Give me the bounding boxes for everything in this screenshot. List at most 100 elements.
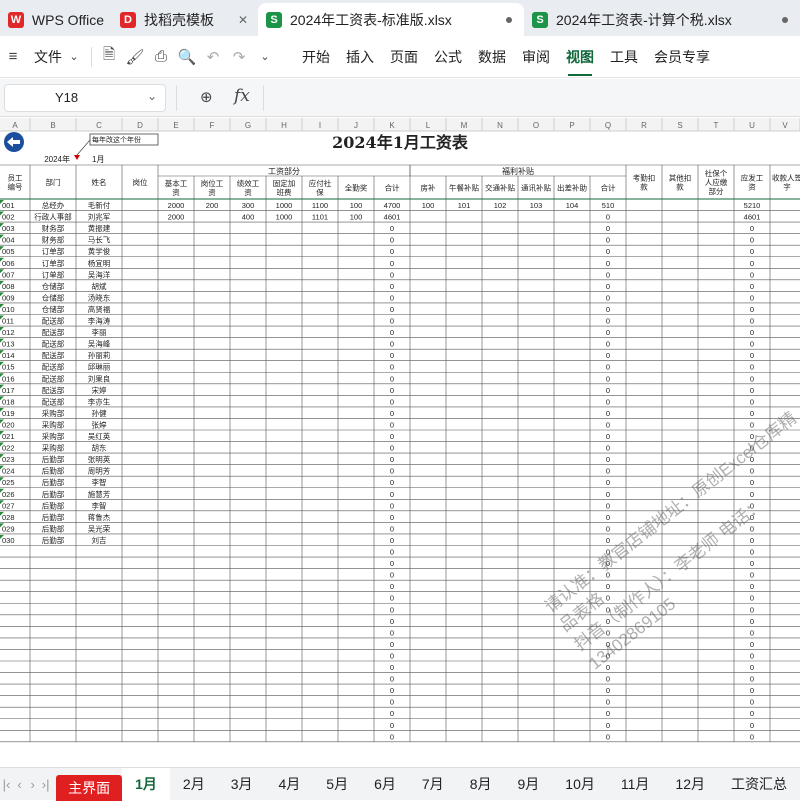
file-tab-tax[interactable]: S 2024年工资表-计算个税.xlsx (524, 3, 800, 36)
menu-item-start[interactable]: 开始 (294, 47, 338, 67)
cell-payable-value: 0 (750, 444, 754, 453)
sheet-tab[interactable]: 8月 (457, 768, 505, 801)
sheet-tab[interactable]: 6月 (361, 768, 409, 801)
cell-welfare-value: 0 (606, 317, 610, 326)
chevron-down-icon[interactable]: ⌄ (147, 89, 157, 103)
header-attendance-deduction: 款 (640, 182, 648, 192)
name-box[interactable]: Y18 ⌄ (4, 84, 166, 112)
file-tab-label: 找稻壳模板 (144, 11, 214, 28)
cell-name: 马长飞 (88, 235, 111, 245)
file-tab-standard[interactable]: S 2024年工资表-标准版.xlsx (258, 3, 524, 36)
sheet-tabs: 主界面 1月 2月 3月 4月 5月 6月 7月 8月 9月 10月 11月 12月 工资汇总 (56, 767, 800, 801)
header-salary-item: 合计 (385, 183, 400, 193)
cell-payable-value: 0 (750, 536, 754, 545)
cell-employee-id: 004 (2, 236, 15, 245)
cell-salary-value: 0 (390, 467, 394, 476)
last-sheet-icon[interactable]: ›| (39, 777, 52, 792)
sheet-tab[interactable]: 10月 (552, 768, 608, 801)
cell-salary-value: 2000 (168, 201, 185, 210)
sheet-tab[interactable]: 12月 (662, 768, 718, 801)
header-department: 部门 (46, 177, 61, 187)
print-icon[interactable]: ⎙ (151, 47, 171, 67)
cell-salary-value: 400 (242, 213, 255, 222)
cell-name: 李智 (92, 477, 107, 487)
sheet-tab[interactable]: 主界面 (56, 774, 123, 801)
cell-welfare-value: 0 (606, 259, 610, 268)
sheet-tab[interactable]: 工资汇总 (718, 768, 800, 801)
cell-salary-value: 200 (206, 201, 219, 210)
sheet-tab[interactable]: 11月 (608, 768, 663, 801)
sheet-tab[interactable]: 4月 (266, 768, 314, 801)
menu-item-view[interactable]: 视图 (558, 47, 602, 76)
cell-employee-id: 028 (2, 513, 15, 522)
column-header: K (389, 121, 395, 130)
zoom-icon[interactable]: ⊕ (200, 88, 213, 106)
cell-salary-value: 0 (390, 455, 394, 464)
format-painter-icon[interactable]: 🖌 (125, 47, 145, 67)
cell-salary-value: 0 (390, 698, 394, 707)
cell-welfare-value: 0 (606, 709, 610, 718)
undo-icon[interactable]: ↶ (203, 47, 223, 67)
sheet-tab[interactable]: 9月 (504, 768, 552, 801)
chevron-down-icon[interactable]: ⌄ (64, 47, 84, 67)
file-tab-docer[interactable]: D 找稻壳模板 ✕ (112, 3, 258, 36)
column-header: E (173, 121, 178, 130)
menu-item-insert[interactable]: 插入 (338, 47, 382, 67)
menu-item-data[interactable]: 数据 (470, 47, 514, 67)
cell-welfare-value: 0 (606, 594, 610, 603)
cell-name: 李智 (92, 500, 107, 510)
menu-icon[interactable]: ≡ (3, 47, 23, 67)
file-tab-wps-home[interactable]: W WPS Office (0, 3, 112, 36)
cell-payable-value: 0 (750, 686, 754, 695)
cell-name: 刘兆军 (88, 212, 111, 222)
column-header: J (354, 121, 358, 130)
cell-department: 采购部 (42, 431, 65, 441)
prev-sheet-icon[interactable]: ‹ (13, 777, 26, 792)
redo-icon[interactable]: ↷ (229, 47, 249, 67)
cell-payable-value: 0 (750, 582, 754, 591)
menu-item-formula[interactable]: 公式 (426, 47, 470, 67)
cell-salary-value: 0 (390, 420, 394, 429)
cell-salary-value: 0 (390, 732, 394, 741)
sheet-tab[interactable]: 5月 (313, 768, 361, 801)
cell-payable-value: 0 (750, 328, 754, 337)
chevron-down-icon[interactable]: ⌄ (255, 47, 275, 67)
sheet-canvas[interactable]: A B C D E F G H I J K L M N O P Q R S T U V 每年改这个年份 2024年1月工资表 2… (0, 118, 800, 767)
cell-name: 邱琳丽 (88, 362, 111, 372)
first-sheet-icon[interactable]: |‹ (0, 777, 13, 792)
close-icon[interactable]: ✕ (238, 13, 248, 27)
cell-salary-value: 0 (390, 270, 394, 279)
cell-salary-value: 100 (350, 213, 363, 222)
unsaved-dot-icon[interactable] (782, 16, 788, 23)
cell-department: 后勤部 (42, 489, 65, 499)
cell-department: 财务部 (42, 223, 65, 233)
spreadsheet-grid[interactable]: A B C D E F G H I J K L M N O P Q R S T U V 每年改这个年份 2024年1月工资表 2… (0, 118, 800, 767)
menu-item-page[interactable]: 页面 (382, 47, 426, 67)
cell-department: 订单部 (42, 246, 65, 256)
header-other-deduction: 其他扣 (669, 173, 692, 183)
spreadsheet-icon: S (532, 11, 548, 28)
cell-welfare-value: 104 (566, 201, 579, 210)
save-icon[interactable]: 🗎 (99, 46, 119, 67)
unsaved-dot-icon[interactable] (506, 16, 512, 23)
cell-welfare-value: 0 (606, 605, 610, 614)
function-icon[interactable]: fx (234, 86, 250, 106)
next-sheet-icon[interactable]: › (26, 777, 39, 792)
header-welfare-item: 通讯补贴 (521, 183, 551, 193)
menu-item-member[interactable]: 会员专享 (646, 47, 718, 67)
sheet-tab[interactable]: 2月 (170, 768, 218, 801)
cell-welfare-value: 0 (606, 444, 610, 453)
cell-welfare-value: 0 (606, 698, 610, 707)
cell-name: 黄振建 (88, 223, 111, 233)
menu-item-tools[interactable]: 工具 (602, 47, 646, 67)
cell-department: 仓储部 (42, 281, 65, 291)
formula-input[interactable] (270, 89, 790, 109)
sheet-tab[interactable]: 1月 (122, 767, 170, 801)
menu-item-review[interactable]: 审阅 (514, 47, 558, 67)
sheet-tab[interactable]: 3月 (218, 768, 266, 801)
cell-payable-value: 5210 (744, 201, 761, 210)
header-welfare-item: 午餐补贴 (449, 183, 479, 193)
sheet-tab[interactable]: 7月 (409, 768, 457, 801)
cell-employee-id: 008 (2, 282, 15, 291)
print-preview-icon[interactable]: 🔍 (177, 47, 197, 67)
